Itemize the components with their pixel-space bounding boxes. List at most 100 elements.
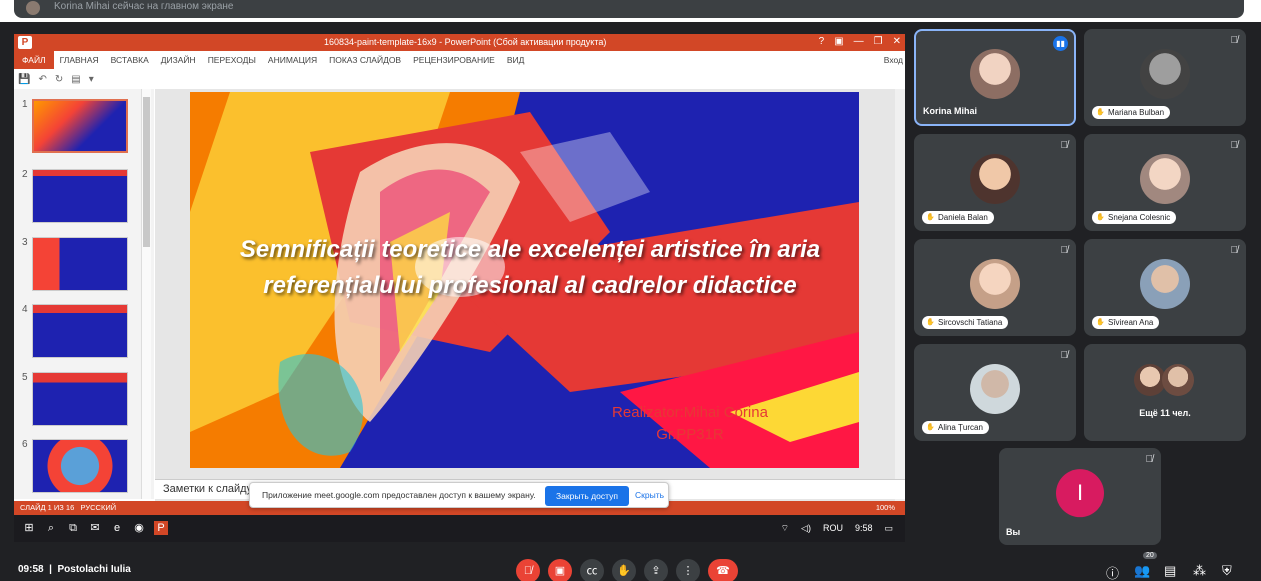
chat-icon[interactable]: ▤ xyxy=(1164,563,1176,579)
from-beginning-icon[interactable]: ▤ xyxy=(71,74,80,85)
zoom-level[interactable]: 100% xyxy=(876,503,895,512)
tab-animation[interactable]: АНИМАЦИЯ xyxy=(262,55,323,65)
participant-tile[interactable]: 🎙̸ Alina Țurcan xyxy=(914,344,1076,441)
editor-scrollbar[interactable] xyxy=(895,89,905,501)
participant-name: Korina Mihai xyxy=(923,106,978,116)
avatar xyxy=(1140,153,1190,204)
thumb-number: 3 xyxy=(22,237,28,248)
signin-link[interactable]: Вход xyxy=(884,55,903,65)
shared-screen: P 160834-paint-template-16x9 - PowerPoin… xyxy=(14,34,905,542)
tab-home[interactable]: ГЛАВНАЯ xyxy=(54,55,105,65)
mic-off-icon: 🎙̸ xyxy=(1230,35,1239,46)
mic-off-icon: 🎙̸ xyxy=(1060,350,1069,361)
maximize-icon[interactable]: ❐ xyxy=(874,36,883,47)
participant-tile[interactable]: 🎙̸ Sircovschi Tatiana xyxy=(914,239,1076,336)
clock[interactable]: 9:58 xyxy=(855,523,873,534)
powerpoint-logo-icon: P xyxy=(18,36,32,49)
tab-transitions[interactable]: ПЕРЕХОДЫ xyxy=(202,55,262,65)
close-icon[interactable]: ✕ xyxy=(893,36,901,47)
network-icon[interactable]: ⌔ xyxy=(781,523,789,534)
tab-view[interactable]: ВИД xyxy=(501,55,531,65)
windows-taskbar: ⊞ ⌕ ⧉ ✉ e ◉ P ⌔ ◁) ROU 9:58 ▭ xyxy=(14,515,905,542)
notes-placeholder: Заметки к слайду xyxy=(163,483,253,495)
minimize-icon[interactable]: — xyxy=(854,36,864,47)
share-message: Приложение meet.google.com предоставлен … xyxy=(262,490,536,500)
people-icon[interactable]: 👥 xyxy=(1134,563,1150,579)
slide-thumbnail[interactable] xyxy=(32,372,128,426)
thumb-number: 5 xyxy=(22,372,28,383)
ribbon-display-icon[interactable]: ▣ xyxy=(834,36,843,47)
tab-design[interactable]: ДИЗАЙН xyxy=(155,55,202,65)
participant-tile[interactable]: 🎙̸ Mariana Bulban xyxy=(1084,29,1246,126)
quick-access-toolbar: 💾 ↶ ↻ ▤ ▾ xyxy=(14,69,905,89)
slide-title: Semnificații teoretice ale excelenței ar… xyxy=(239,236,821,299)
info-icon[interactable]: ⓘ xyxy=(1106,563,1119,581)
participant-name: Sîvirean Ana xyxy=(1092,316,1160,329)
task-view-icon[interactable]: ⧉ xyxy=(66,521,80,535)
mic-off-icon: 🎙̸ xyxy=(1060,245,1069,256)
participant-tile[interactable]: 🎙̸ Snejana Colesnic xyxy=(1084,134,1246,231)
camera-toggle-icon[interactable]: ▣ xyxy=(548,559,572,581)
self-tile[interactable]: I 🎙̸ Вы xyxy=(999,448,1161,545)
tab-review[interactable]: РЕЦЕНЗИРОВАНИЕ xyxy=(407,55,501,65)
thumb-number: 1 xyxy=(22,99,28,110)
volume-icon[interactable]: ◁) xyxy=(801,523,811,534)
thumbnail-scrollbar[interactable] xyxy=(141,89,151,499)
notifications-icon[interactable]: ▭ xyxy=(884,523,893,534)
participant-tile[interactable]: 🎙̸ Sîvirean Ana xyxy=(1084,239,1246,336)
slide-author: Realizator:Mihai Corina Gr.PP31R xyxy=(540,402,840,446)
avatar xyxy=(1162,364,1194,396)
slide-counter: СЛАЙД 1 ИЗ 16 РУССКИЙ xyxy=(20,503,117,512)
mic-toggle-icon[interactable]: 🎙̸ xyxy=(516,559,540,581)
more-participants-tile[interactable]: Ещё 11 чел. xyxy=(1084,344,1246,441)
tab-insert[interactable]: ВСТАВКА xyxy=(105,55,155,65)
edge-icon[interactable]: e xyxy=(110,521,124,535)
save-icon[interactable]: 💾 xyxy=(18,74,30,85)
ribbon-tabs: ФАЙЛ ГЛАВНАЯ ВСТАВКА ДИЗАЙН ПЕРЕХОДЫ АНИ… xyxy=(14,51,905,69)
chrome-icon[interactable]: ◉ xyxy=(132,521,146,535)
tab-slideshow[interactable]: ПОКАЗ СЛАЙДОВ xyxy=(323,55,407,65)
raise-hand-icon[interactable]: ✋ xyxy=(612,559,636,581)
end-call-button[interactable]: ☎ xyxy=(708,559,738,581)
mic-off-icon: 🎙̸ xyxy=(1230,140,1239,151)
avatar xyxy=(970,258,1020,309)
participant-count-badge: 20 xyxy=(1143,552,1157,559)
customize-icon[interactable]: ▾ xyxy=(89,74,94,85)
slide-thumbnail[interactable] xyxy=(32,237,128,291)
slide-thumbnail[interactable] xyxy=(32,99,128,153)
slide-editor: Semnificații teoretice ale excelenței ar… xyxy=(155,89,905,501)
mail-icon[interactable]: ✉ xyxy=(88,521,102,535)
thumb-number: 2 xyxy=(22,169,28,180)
participant-name: Mariana Bulban xyxy=(1092,106,1171,119)
self-avatar: I xyxy=(1056,468,1104,517)
keyboard-language[interactable]: ROU xyxy=(823,523,843,534)
thumb-number: 6 xyxy=(22,439,28,450)
avatar xyxy=(1140,48,1190,99)
presenting-banner-text: Korina Mihai сейчас на главном экране xyxy=(54,1,234,12)
more-options-icon[interactable]: ⋮ xyxy=(676,559,700,581)
activities-icon[interactable]: ⁂ xyxy=(1193,563,1206,579)
avatar xyxy=(970,363,1020,414)
stop-sharing-button[interactable]: Закрыть доступ xyxy=(545,486,629,506)
slide-thumbnail[interactable] xyxy=(32,439,128,493)
screen-share-notification: Приложение meet.google.com предоставлен … xyxy=(249,482,669,508)
tab-file[interactable]: ФАЙЛ xyxy=(14,51,54,69)
search-icon[interactable]: ⌕ xyxy=(44,521,58,535)
undo-icon[interactable]: ↶ xyxy=(38,74,46,85)
help-icon[interactable]: ? xyxy=(819,36,825,47)
captions-icon[interactable]: ㏄ xyxy=(580,559,604,581)
current-slide[interactable]: Semnificații teoretice ale excelenței ar… xyxy=(190,92,859,468)
more-participants-label: Ещё 11 чел. xyxy=(1139,408,1191,418)
top-strip: Korina Mihai сейчас на главном экране xyxy=(0,0,1261,22)
slide-thumbnail[interactable] xyxy=(32,304,128,358)
host-controls-icon[interactable]: ⛨ xyxy=(1222,563,1232,579)
participant-tile[interactable]: ▮▮ Korina Mihai xyxy=(914,29,1076,126)
present-icon[interactable]: ⇪ xyxy=(644,559,668,581)
windows-start-icon[interactable]: ⊞ xyxy=(22,521,36,535)
redo-icon[interactable]: ↻ xyxy=(55,74,63,85)
participant-tile[interactable]: 🎙̸ Daniela Balan xyxy=(914,134,1076,231)
slide-thumbnail[interactable] xyxy=(32,169,128,223)
self-name: Вы xyxy=(1006,527,1021,537)
hide-notification-button[interactable]: Скрыть xyxy=(635,490,664,500)
powerpoint-taskbar-icon[interactable]: P xyxy=(154,521,168,535)
